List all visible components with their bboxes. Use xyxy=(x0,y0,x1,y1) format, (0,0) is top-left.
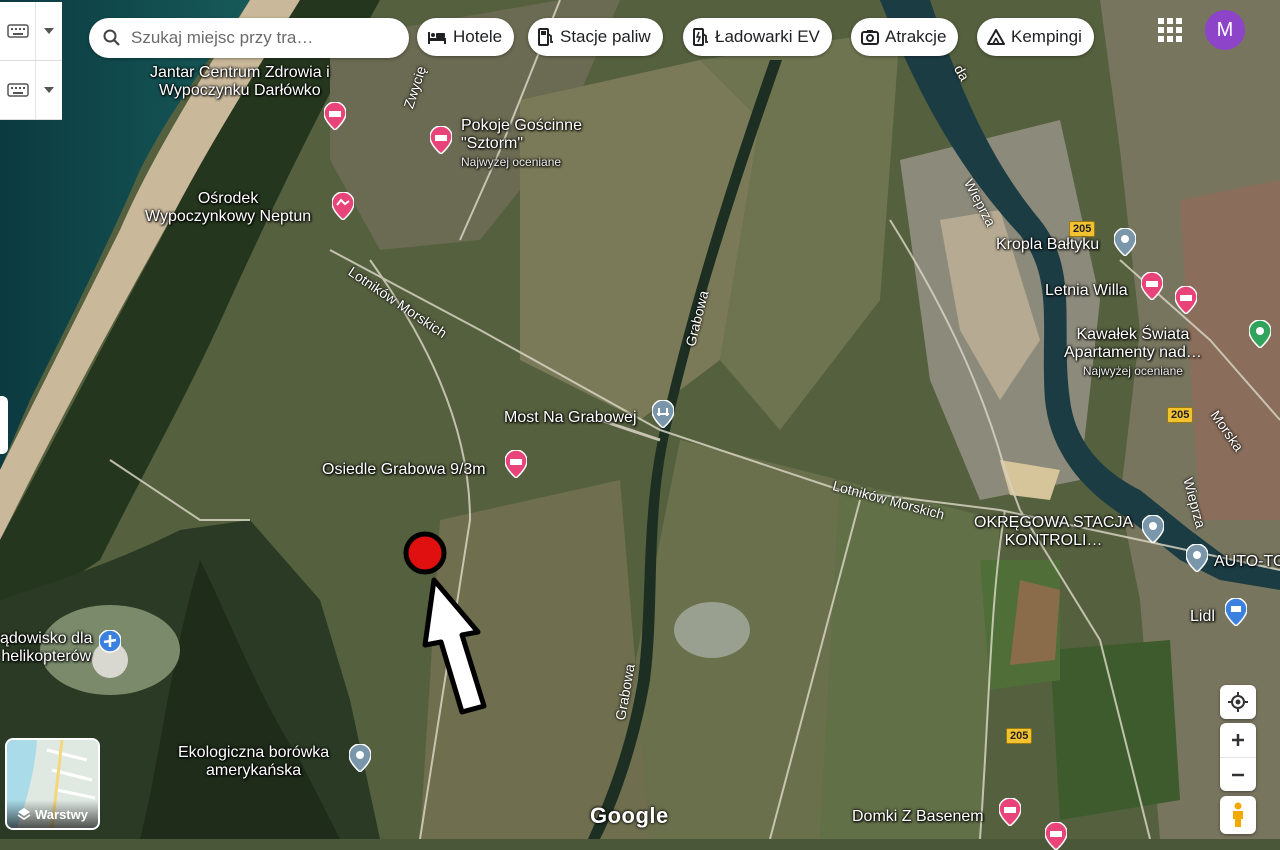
search-input[interactable] xyxy=(129,27,393,49)
hotel-pin-icon[interactable] xyxy=(999,798,1021,826)
search-icon[interactable] xyxy=(103,29,121,47)
side-panel-toggle[interactable] xyxy=(0,396,8,454)
ev-charger-icon xyxy=(693,28,708,46)
zoom-in-button[interactable] xyxy=(1220,723,1256,758)
poi-pin-icon[interactable] xyxy=(1142,515,1164,543)
place-label-lidl[interactable]: Lidl xyxy=(1190,608,1215,626)
location-marker xyxy=(403,531,447,575)
hotel-pin-icon[interactable] xyxy=(1141,272,1163,300)
fuel-icon xyxy=(538,28,553,46)
pegman-icon xyxy=(1233,802,1243,827)
chip-label: Stacje paliw xyxy=(560,27,651,46)
keyboard-icon[interactable] xyxy=(0,83,35,97)
account-avatar[interactable]: M xyxy=(1205,10,1245,50)
chip-label: Ładowarki EV xyxy=(715,27,820,46)
place-label-okregowa[interactable]: OKRĘGOWA STACJA KONTROLI… xyxy=(974,514,1133,550)
chip-label: Kempingi xyxy=(1011,27,1082,46)
my-location-button[interactable] xyxy=(1220,685,1256,719)
google-logo: Google xyxy=(590,803,669,828)
zoom-controls xyxy=(1220,723,1256,791)
poi-pin-icon[interactable] xyxy=(1114,228,1136,256)
swimming-pin-icon[interactable] xyxy=(332,192,354,220)
hotel-pin-icon[interactable] xyxy=(430,126,452,154)
route-shield: 205 xyxy=(1167,407,1194,423)
place-label-autoto[interactable]: AUTO-TO xyxy=(1214,553,1280,571)
place-label-kawalek[interactable]: Kawałek Świata Apartamenty nad… Najwyżej … xyxy=(1064,326,1202,380)
place-label-pokoje[interactable]: Pokoje Gościnne "Sztorm" Najwyżej ocenian… xyxy=(461,117,582,171)
place-label-kropla[interactable]: Kropla Bałtyku xyxy=(996,236,1099,254)
shopping-cart-pin-icon[interactable] xyxy=(1225,598,1247,626)
poi-pin-icon[interactable] xyxy=(1186,544,1208,572)
chip-attractions[interactable]: Atrakcje xyxy=(851,18,959,56)
layers-caption: Warstwy xyxy=(7,800,98,828)
bridge-pin-icon[interactable] xyxy=(652,400,674,428)
crosshair-icon xyxy=(1228,692,1248,712)
chip-ev-chargers[interactable]: Ładowarki EV xyxy=(683,18,832,56)
chip-label: Hotele xyxy=(453,27,503,46)
chevron-down-icon[interactable] xyxy=(35,2,62,60)
keyboard-icon[interactable] xyxy=(0,24,35,38)
place-label-osrodek[interactable]: Ośrodek Wypoczynkowy Neptun xyxy=(145,190,311,226)
poi-pin-icon[interactable] xyxy=(349,744,371,772)
place-label-most[interactable]: Most Na Grabowej xyxy=(504,409,637,427)
hotel-pin-icon[interactable] xyxy=(505,450,527,478)
apps-grid-icon[interactable] xyxy=(1158,18,1182,42)
chip-hotels[interactable]: Hotele xyxy=(417,18,515,56)
search-box[interactable] xyxy=(89,18,409,58)
tent-icon xyxy=(987,29,1005,45)
shop-pin-icon[interactable] xyxy=(1249,320,1271,348)
place-label-jantar[interactable]: Jantar Centrum Zdrowia i Wypoczynku Darłó… xyxy=(150,64,330,100)
input-tools-widget[interactable] xyxy=(0,2,62,61)
plus-icon xyxy=(1232,734,1244,746)
chip-fuel-stations[interactable]: Stacje paliw xyxy=(528,18,663,56)
place-label-letnia[interactable]: Letnia Willa xyxy=(1045,282,1128,300)
camera-icon xyxy=(861,30,879,45)
zoom-out-button[interactable] xyxy=(1220,758,1256,791)
place-label-ladowisko[interactable]: ądowisko dla helikopterów xyxy=(0,630,93,666)
route-shield: 205 xyxy=(1006,728,1033,744)
place-label-borowka[interactable]: Ekologiczna borówka amerykańska xyxy=(178,744,329,780)
satellite-map[interactable] xyxy=(0,0,1280,839)
hotel-pin-icon[interactable] xyxy=(324,102,346,130)
airport-pin-icon[interactable] xyxy=(99,630,121,658)
layers-label: Warstwy xyxy=(35,806,88,822)
layers-icon xyxy=(17,808,31,820)
place-label-osiedle[interactable]: Osiedle Grabowa 9/3m xyxy=(322,461,486,479)
chip-campgrounds[interactable]: Kempingi xyxy=(977,18,1094,56)
minus-icon xyxy=(1232,773,1244,776)
hotel-pin-icon[interactable] xyxy=(1175,286,1197,314)
place-label-domki[interactable]: Domki Z Basenem xyxy=(852,808,984,826)
hotel-pin-icon[interactable] xyxy=(1045,822,1067,850)
route-shield: 205 xyxy=(1069,221,1096,237)
chevron-down-icon[interactable] xyxy=(35,61,62,119)
bed-icon xyxy=(428,32,446,44)
layers-button[interactable]: Warstwy xyxy=(5,738,100,830)
chip-label: Atrakcje xyxy=(885,27,947,46)
street-view-button[interactable] xyxy=(1220,796,1256,834)
input-tools-widget[interactable] xyxy=(0,61,62,120)
